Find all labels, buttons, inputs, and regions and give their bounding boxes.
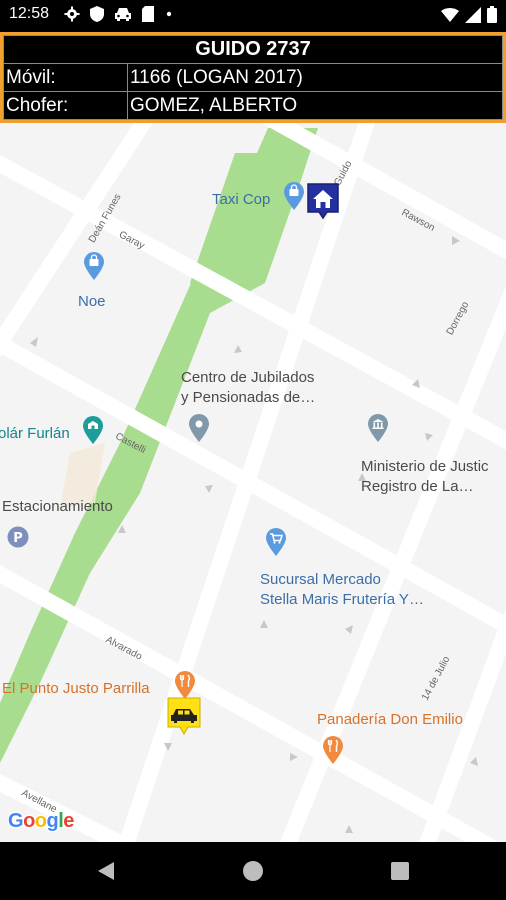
restaurant-pin-icon[interactable] bbox=[322, 735, 344, 770]
map-view[interactable]: Guido Rawson Deán Funes Garay Dorrego Ca… bbox=[0, 123, 506, 842]
place-label-estacionamiento[interactable]: Estacionamiento bbox=[2, 497, 113, 517]
vehicle-info-table: GUIDO 2737 Móvil: 1166 (LOGAN 2017) Chof… bbox=[3, 35, 503, 120]
info-row-chofer: Chofer: GOMEZ, ALBERTO bbox=[3, 91, 503, 120]
recents-icon[interactable] bbox=[387, 858, 413, 884]
wifi-icon bbox=[441, 7, 459, 23]
car-icon bbox=[114, 6, 132, 22]
place-label-sucursal-line1[interactable]: Sucursal Mercado bbox=[260, 570, 381, 590]
signal-icon bbox=[465, 6, 481, 23]
shopping-bag-pin-icon[interactable] bbox=[283, 181, 305, 216]
svg-text:P: P bbox=[13, 531, 23, 546]
movil-value: 1166 (LOGAN 2017) bbox=[127, 63, 503, 92]
svg-text:Google: Google bbox=[8, 810, 74, 832]
gear-icon bbox=[64, 6, 80, 22]
parking-icon[interactable]: P bbox=[7, 526, 29, 553]
place-label-taxi-cop[interactable]: Taxi Cop bbox=[212, 190, 270, 210]
place-label-noe[interactable]: Noe bbox=[78, 292, 106, 312]
google-attribution: Google Google bbox=[7, 808, 78, 838]
school-pin-icon[interactable] bbox=[82, 415, 104, 450]
movil-label: Móvil: bbox=[3, 63, 128, 92]
chofer-value: GOMEZ, ALBERTO bbox=[127, 91, 503, 120]
place-label-el-punto-justo[interactable]: El Punto Justo Parrilla bbox=[2, 679, 150, 699]
status-bar: 12:58 bbox=[0, 0, 506, 32]
home-icon[interactable] bbox=[240, 858, 266, 884]
taxi-marker-icon[interactable] bbox=[166, 696, 202, 736]
shopping-cart-pin-icon[interactable] bbox=[265, 527, 287, 562]
address-title: GUIDO 2737 bbox=[3, 35, 503, 64]
place-label-centro-jubilados-line2[interactable]: y Pensionadas de… bbox=[181, 388, 315, 408]
shopping-bag-pin-icon[interactable] bbox=[83, 251, 105, 286]
place-label-ministerio-line2[interactable]: Registro de La… bbox=[361, 477, 474, 497]
home-marker-icon[interactable] bbox=[306, 182, 340, 220]
vehicle-info-panel: GUIDO 2737 Móvil: 1166 (LOGAN 2017) Chof… bbox=[0, 32, 506, 123]
dot-icon bbox=[164, 6, 174, 22]
battery-icon bbox=[487, 6, 497, 23]
place-label-centro-jubilados-line1[interactable]: Centro de Jubilados bbox=[181, 368, 314, 388]
location-pin-icon[interactable] bbox=[188, 413, 210, 448]
government-pin-icon[interactable] bbox=[367, 413, 389, 448]
chofer-label: Chofer: bbox=[3, 91, 128, 120]
back-icon[interactable] bbox=[94, 858, 120, 884]
place-label-ministerio-line1[interactable]: Ministerio de Justic bbox=[361, 457, 489, 477]
place-label-sucursal-line2[interactable]: Stella Maris Frutería Y… bbox=[260, 590, 424, 610]
status-time: 12:58 bbox=[9, 5, 50, 22]
info-row-movil: Móvil: 1166 (LOGAN 2017) bbox=[3, 63, 503, 92]
shield-icon bbox=[90, 6, 104, 22]
place-label-panaderia[interactable]: Panadería Don Emilio bbox=[317, 710, 463, 730]
system-nav-bar bbox=[0, 842, 506, 900]
place-label-escolar-furlan[interactable]: olár Furlán bbox=[0, 424, 70, 444]
sd-card-icon bbox=[142, 6, 154, 22]
